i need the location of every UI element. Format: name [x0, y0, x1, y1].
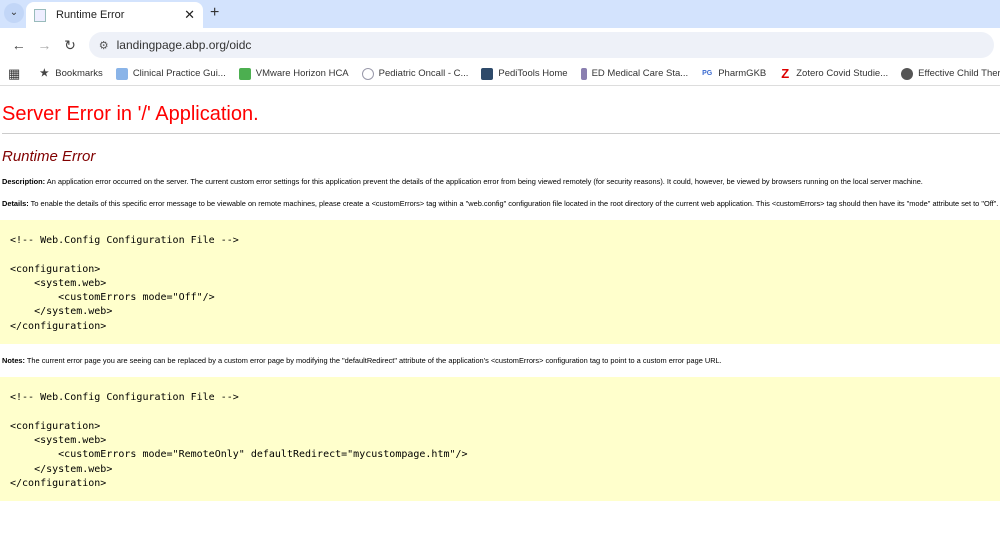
bookmark-label: Effective Child Ther...: [918, 68, 1000, 79]
notes-label: Notes:: [2, 356, 25, 366]
tab-search-chevron-icon[interactable]: ⌄: [4, 3, 24, 23]
bookmark-item[interactable]: PG PharmGKB: [701, 68, 766, 80]
ed-icon: [580, 67, 587, 80]
vmware-icon: [238, 67, 251, 80]
bookmark-label: Zotero Covid Studie...: [796, 68, 889, 79]
forward-arrow-icon[interactable]: →: [32, 37, 58, 53]
config-code-block-1: <!-- Web.Config Configuration File --> <…: [0, 220, 1000, 345]
tab-strip: ⌄ Runtime Error ✕ +: [0, 0, 1000, 28]
bookmark-item[interactable]: Clinical Practice Gui...: [115, 67, 226, 80]
bookmark-item[interactable]: Effective Child Ther...: [901, 67, 1000, 80]
bookmark-item[interactable]: VMware Horizon HCA: [238, 67, 349, 80]
bookmark-label: Pediatric Oncall - C...: [378, 68, 469, 79]
zotero-icon: Z: [781, 65, 790, 81]
globe-icon: [901, 67, 914, 80]
bookmark-item[interactable]: Z Zotero Covid Studie...: [779, 65, 889, 81]
description-paragraph: Description: An application error occurr…: [2, 177, 1000, 186]
oncall-icon: [361, 67, 374, 80]
notes-paragraph: Notes: The current error page you are se…: [2, 356, 1000, 365]
details-text: To enable the details of this specific e…: [28, 199, 999, 208]
details-paragraph: Details: To enable the details of this s…: [2, 199, 1000, 208]
tab-runtime-error[interactable]: Runtime Error ✕: [26, 2, 203, 28]
bookmark-label: PediTools Home: [498, 68, 568, 79]
page-title: Server Error in '/' Application.: [2, 103, 1000, 134]
clinical-icon: [115, 67, 128, 80]
tab-title: Runtime Error: [56, 9, 125, 21]
star-icon: ★: [39, 67, 49, 79]
bookmark-item[interactable]: PediTools Home: [481, 67, 568, 80]
description-label: Description:: [2, 177, 46, 186]
new-tab-plus-icon[interactable]: +: [210, 4, 219, 22]
url-text[interactable]: landingpage.abp.org/oidc: [117, 38, 252, 52]
config-code-block-2: <!-- Web.Config Configuration File --> <…: [0, 377, 1000, 502]
bookmark-item[interactable]: ED Medical Care Sta...: [580, 67, 689, 80]
reload-icon[interactable]: ↻: [57, 37, 83, 54]
bookmark-label: Bookmarks: [55, 68, 103, 79]
bookmark-label: VMware Horizon HCA: [255, 68, 349, 79]
bookmark-label: ED Medical Care Sta...: [591, 68, 689, 79]
back-arrow-icon[interactable]: ←: [6, 37, 32, 53]
error-page: Server Error in '/' Application. Runtime…: [0, 87, 1000, 502]
pharmgkb-icon: PG: [702, 69, 713, 77]
notes-text: The current error page you are seeing ca…: [25, 356, 722, 366]
bookmark-label: Clinical Practice Gui...: [132, 68, 226, 79]
page-favicon-icon: [34, 8, 46, 22]
error-subtitle: Runtime Error: [2, 148, 96, 165]
peditools-icon: [481, 67, 494, 80]
apps-grid-icon[interactable]: ▦: [8, 66, 20, 82]
site-settings-icon[interactable]: ⚙: [99, 39, 109, 52]
address-bar[interactable]: ⚙ landingpage.abp.org/oidc: [88, 32, 995, 58]
close-tab-icon[interactable]: ✕: [184, 7, 195, 23]
bookmark-label: PharmGKB: [718, 68, 767, 79]
description-text: An application error occurred on the ser…: [45, 177, 923, 186]
bookmarks-bar: ▦ ★ Bookmarks Clinical Practice Gui... VM…: [0, 62, 1000, 86]
navigation-bar: ← → ↻ ⚙ landingpage.abp.org/oidc: [0, 28, 1000, 62]
details-label: Details:: [2, 199, 29, 208]
bookmark-item[interactable]: Pediatric Oncall - C...: [361, 67, 469, 80]
bookmark-item[interactable]: ★ Bookmarks: [38, 68, 103, 80]
